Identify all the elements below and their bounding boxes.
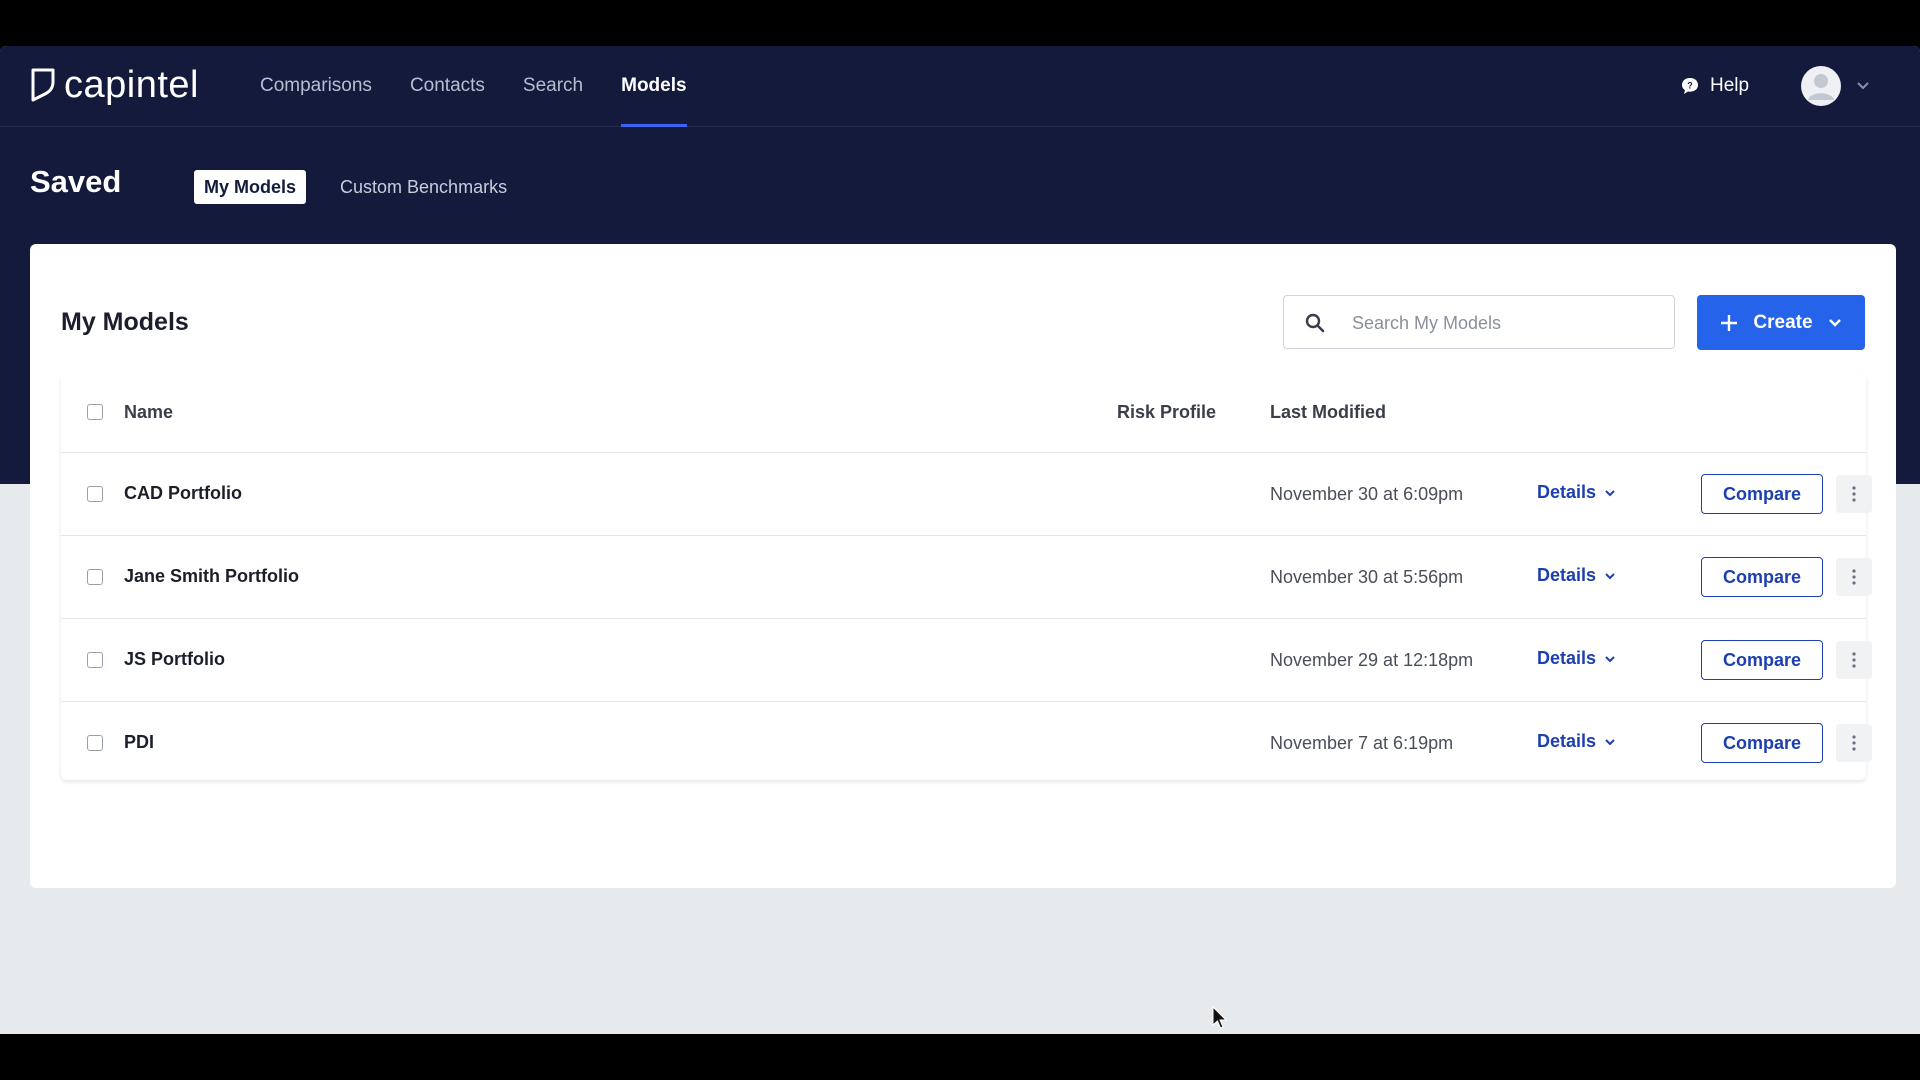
details-toggle[interactable]: Details — [1537, 731, 1616, 752]
user-avatar-icon — [1808, 74, 1834, 100]
search-input[interactable] — [1350, 297, 1664, 349]
card-title: My Models — [61, 308, 189, 336]
compare-button[interactable]: Compare — [1701, 640, 1823, 680]
model-name[interactable]: PDI — [124, 732, 154, 753]
row-checkbox[interactable] — [87, 735, 103, 751]
svg-text:?: ? — [1687, 81, 1693, 91]
brand-name: capintel — [64, 63, 199, 106]
models-table: Name Risk Profile Last Modified CAD Port… — [61, 374, 1872, 780]
table-row: CAD Portfolio November 30 at 6:09pm Deta… — [61, 453, 1872, 536]
details-label: Details — [1537, 648, 1597, 668]
tab-my-models[interactable]: My Models — [194, 170, 307, 204]
details-toggle[interactable]: Details — [1537, 482, 1616, 503]
sub-tabs: My Models Custom Benchmarks — [194, 170, 517, 204]
app-window: capintel Comparisons Contacts Search Mod… — [0, 46, 1920, 1034]
nav-comparisons[interactable]: Comparisons — [260, 46, 372, 126]
chevron-down-icon — [1828, 318, 1841, 327]
models-card: My Models Create Name Risk Profile Last … — [30, 244, 1896, 888]
details-label: Details — [1537, 731, 1597, 751]
more-actions-button[interactable] — [1836, 475, 1872, 513]
chevron-down-icon[interactable] — [1855, 78, 1871, 94]
row-checkbox[interactable] — [87, 569, 103, 585]
table-row: PDI November 7 at 6:19pm Details Compare — [61, 702, 1872, 784]
create-button[interactable]: Create — [1697, 295, 1865, 350]
nav-models[interactable]: Models — [621, 46, 688, 127]
table-row: JS Portfolio November 29 at 12:18pm Deta… — [61, 619, 1872, 702]
nav-contacts[interactable]: Contacts — [410, 46, 485, 126]
compare-button[interactable]: Compare — [1701, 557, 1823, 597]
search-box — [1283, 295, 1675, 349]
more-vertical-icon — [1852, 652, 1856, 668]
help-label: Help — [1710, 75, 1750, 96]
last-modified: November 30 at 6:09pm — [1270, 484, 1464, 504]
last-modified: November 7 at 6:19pm — [1270, 733, 1454, 753]
last-modified: November 30 at 5:56pm — [1270, 567, 1464, 587]
row-checkbox[interactable] — [87, 486, 103, 502]
nav-links: Comparisons Contacts Search Models — [260, 46, 725, 127]
more-vertical-icon — [1852, 735, 1856, 751]
row-checkbox[interactable] — [87, 652, 103, 668]
more-vertical-icon — [1852, 486, 1856, 502]
top-nav: capintel Comparisons Contacts Search Mod… — [0, 46, 1920, 127]
compare-button[interactable]: Compare — [1701, 723, 1823, 763]
chevron-down-icon — [1605, 572, 1615, 579]
select-all-checkbox[interactable] — [87, 404, 103, 420]
avatar[interactable] — [1801, 66, 1841, 106]
details-label: Details — [1537, 482, 1597, 502]
column-name[interactable]: Name — [124, 402, 173, 423]
create-label: Create — [1753, 311, 1813, 333]
nav-search[interactable]: Search — [523, 46, 583, 126]
model-name[interactable]: JS Portfolio — [124, 649, 225, 670]
more-actions-button[interactable] — [1836, 558, 1872, 596]
column-last-modified[interactable]: Last Modified — [1270, 402, 1386, 423]
more-actions-button[interactable] — [1836, 724, 1872, 762]
mouse-cursor-icon — [1212, 1006, 1228, 1029]
model-name[interactable]: CAD Portfolio — [124, 483, 242, 504]
compare-button[interactable]: Compare — [1701, 474, 1823, 514]
column-risk-profile[interactable]: Risk Profile — [1117, 402, 1216, 423]
chevron-down-icon — [1605, 738, 1615, 745]
details-toggle[interactable]: Details — [1537, 565, 1616, 586]
chevron-down-icon — [1605, 655, 1615, 662]
last-modified: November 29 at 12:18pm — [1270, 650, 1474, 670]
logo-icon — [31, 68, 55, 102]
details-toggle[interactable]: Details — [1537, 648, 1616, 669]
help-chat-icon: ? — [1682, 78, 1698, 94]
table-row: Jane Smith Portfolio November 30 at 5:56… — [61, 536, 1872, 619]
tab-custom-benchmarks[interactable]: Custom Benchmarks — [330, 170, 517, 204]
brand-logo[interactable]: capintel — [30, 62, 199, 108]
search-icon — [1305, 313, 1325, 333]
help-button[interactable]: ? Help — [1680, 46, 1749, 126]
model-name[interactable]: Jane Smith Portfolio — [124, 566, 299, 587]
table-header: Name Risk Profile Last Modified — [61, 374, 1866, 453]
plus-icon — [1721, 314, 1738, 331]
page-title: Saved — [30, 164, 122, 199]
more-vertical-icon — [1852, 569, 1856, 585]
details-label: Details — [1537, 565, 1597, 585]
more-actions-button[interactable] — [1836, 641, 1872, 679]
chevron-down-icon — [1605, 489, 1615, 496]
